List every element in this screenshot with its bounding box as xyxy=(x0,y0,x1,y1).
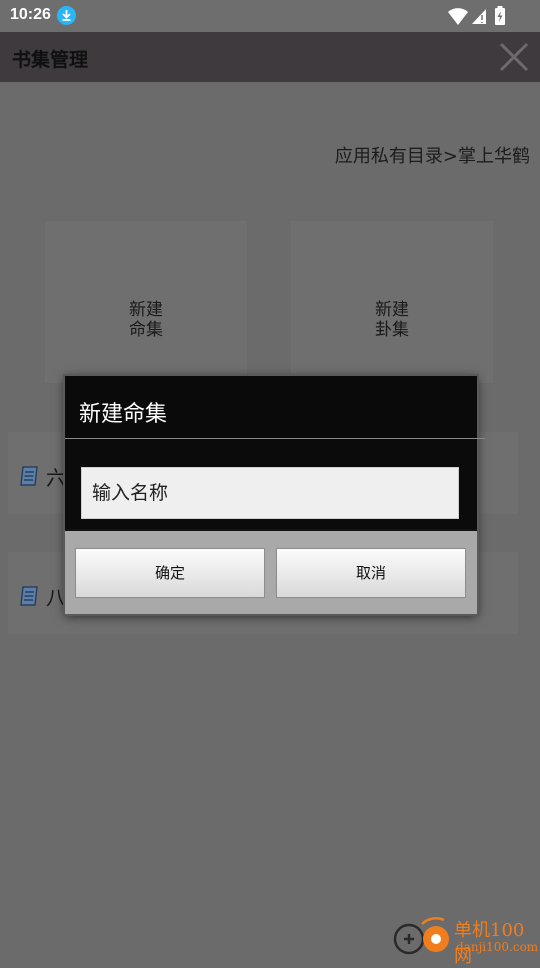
watermark-logo-icon xyxy=(393,917,449,955)
status-bar: 10:26 xyxy=(0,0,540,32)
close-icon[interactable] xyxy=(498,41,530,73)
tile-label-line1: 新建 xyxy=(129,300,163,320)
cancel-button[interactable]: 取消 xyxy=(276,548,466,598)
list-item-label: 六 xyxy=(46,466,66,490)
name-input[interactable] xyxy=(81,467,459,519)
page-title: 书集管理 xyxy=(12,49,89,71)
battery-icon xyxy=(495,6,505,25)
dialog-title: 新建命集 xyxy=(79,402,168,427)
notebook-icon xyxy=(20,586,38,606)
signal-icon xyxy=(472,9,486,24)
list-item-label: 八 xyxy=(46,586,66,610)
download-icon xyxy=(57,6,76,25)
tile-label-line2: 命集 xyxy=(129,320,163,340)
notebook-icon xyxy=(20,466,38,486)
watermark: 单机100网 danji100.com xyxy=(392,914,540,967)
dialog-button-bar: 确定 取消 xyxy=(65,531,477,614)
directory-path[interactable]: 应用私有目录>掌上华鹤 xyxy=(335,142,530,168)
dialog-body xyxy=(65,439,477,529)
new-divination-collection-tile[interactable]: 新建 卦集 xyxy=(292,222,492,382)
tile-label-line1: 新建 xyxy=(375,300,409,320)
watermark-site-url: danji100.com xyxy=(456,940,539,954)
new-collection-dialog: 新建命集 确定 取消 xyxy=(65,376,485,614)
wifi-icon xyxy=(448,8,468,25)
new-fate-collection-tile[interactable]: 新建 命集 xyxy=(46,222,246,382)
confirm-button[interactable]: 确定 xyxy=(75,548,265,598)
dialog-header: 新建命集 xyxy=(65,376,477,438)
status-time: 10:26 xyxy=(10,6,51,23)
tile-label-line2: 卦集 xyxy=(375,320,409,340)
app-bar: 书集管理 xyxy=(0,32,540,82)
